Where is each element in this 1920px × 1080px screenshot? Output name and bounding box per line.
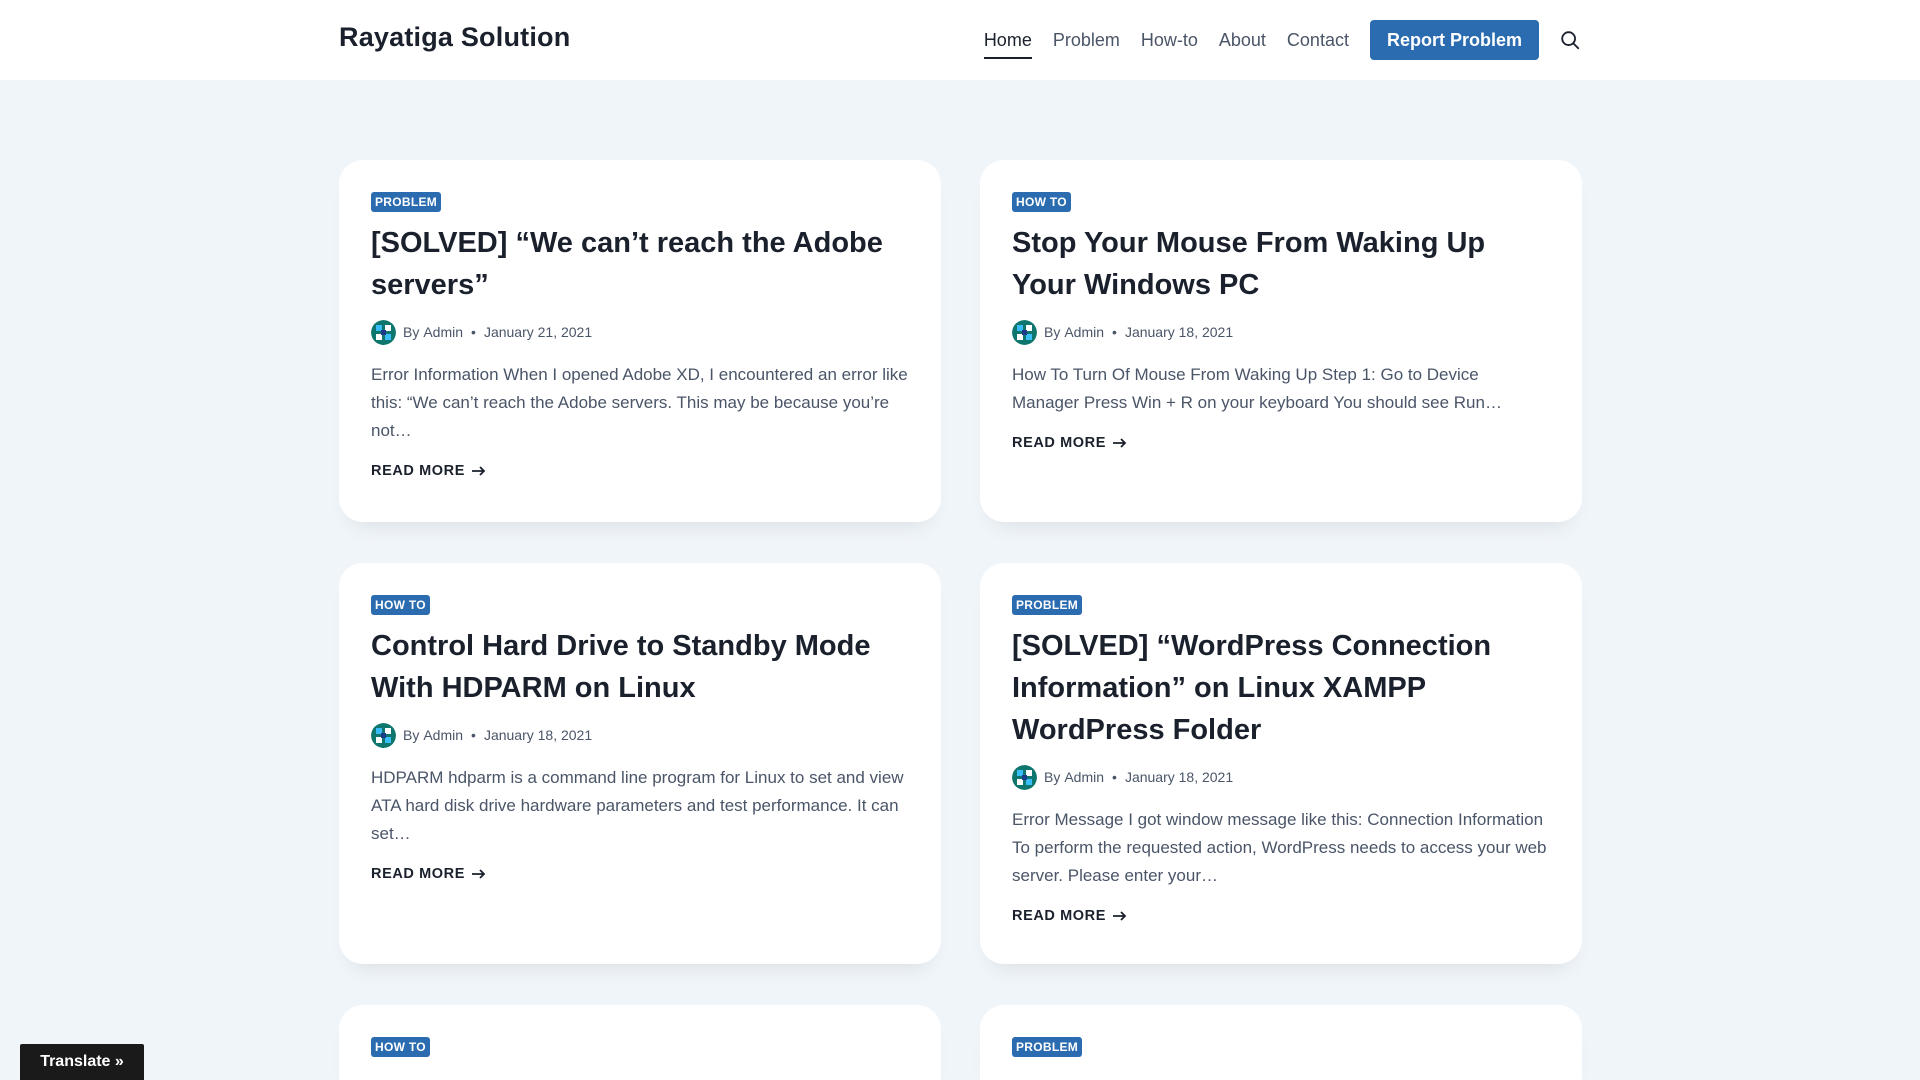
arrow-right-icon	[1113, 438, 1127, 448]
post-card: HOW TO	[339, 1005, 941, 1080]
nav-item-problem[interactable]: Problem	[1053, 22, 1120, 59]
post-excerpt: Error Message I got window message like …	[1012, 810, 1547, 885]
author-avatar	[371, 319, 396, 345]
post-card: PROBLEM [SOLVED] “WordPress Connection I…	[980, 563, 1582, 964]
author-avatar	[371, 722, 396, 748]
read-more-link[interactable]: READ MORE	[371, 463, 486, 479]
read-more-link[interactable]: READ MORE	[371, 866, 486, 882]
meta-separator: •	[471, 727, 476, 743]
post-date: January 18, 2021	[483, 727, 593, 743]
post-card: HOW TO Control Hard Drive to Standby Mod…	[339, 563, 941, 964]
nav-item-contact[interactable]: Contact	[1287, 22, 1349, 59]
read-more-label: READ MORE	[371, 463, 466, 479]
post-author[interactable]: Admin	[423, 727, 463, 743]
post-byline-prefix: By	[403, 727, 420, 743]
post-date: January 18, 2021	[1124, 324, 1234, 340]
category-badge[interactable]: HOW TO	[1012, 192, 1071, 212]
post-byline-prefix: By	[403, 324, 420, 340]
post-card: PROBLEM	[980, 1005, 1582, 1080]
post-title[interactable]: Control Hard Drive to Standby Mode With …	[371, 625, 909, 709]
arrow-right-icon	[472, 466, 486, 476]
nav-item-how-to[interactable]: How-to	[1141, 22, 1198, 59]
arrow-right-icon	[1113, 911, 1127, 921]
translate-button[interactable]: Translate »	[20, 1044, 144, 1080]
read-more-label: READ MORE	[1012, 908, 1107, 924]
arrow-right-icon	[472, 869, 486, 879]
search-button[interactable]	[1555, 25, 1585, 55]
post-excerpt: Error Information When I opened Adobe XD…	[371, 365, 908, 440]
nav-item-home[interactable]: Home	[983, 22, 1032, 59]
post-excerpt: How To Turn Of Mouse From Waking Up Step…	[1012, 365, 1502, 412]
post-card: HOW TO Stop Your Mouse From Waking Up Yo…	[980, 160, 1582, 522]
post-meta: By Admin • January 18, 2021	[1012, 764, 1550, 790]
meta-separator: •	[1112, 769, 1117, 785]
search-icon	[1561, 31, 1580, 50]
post-excerpt: HDPARM hdparm is a command line program …	[371, 768, 904, 843]
post-meta: By Admin • January 18, 2021	[371, 722, 909, 748]
post-byline-prefix: By	[1044, 324, 1061, 340]
read-more-link[interactable]: READ MORE	[1012, 908, 1127, 924]
post-meta: By Admin • January 21, 2021	[371, 319, 909, 345]
author-avatar	[1012, 319, 1037, 345]
post-date: January 18, 2021	[1124, 769, 1234, 785]
read-more-link[interactable]: READ MORE	[1012, 435, 1127, 451]
post-date: January 21, 2021	[483, 324, 593, 340]
read-more-label: READ MORE	[371, 866, 466, 882]
author-avatar	[1012, 764, 1037, 790]
post-byline-prefix: By	[1044, 769, 1061, 785]
post-author[interactable]: Admin	[1064, 324, 1104, 340]
site-brand[interactable]: Rayatiga Solution	[339, 22, 570, 53]
main-nav: Home Problem How-to About Contact Report…	[983, 0, 1585, 80]
category-badge[interactable]: PROBLEM	[1012, 1037, 1083, 1057]
post-title[interactable]: [SOLVED] “WordPress Connection Informati…	[1012, 625, 1550, 751]
category-badge[interactable]: PROBLEM	[1012, 595, 1083, 615]
report-problem-button[interactable]: Report Problem	[1369, 20, 1539, 60]
category-badge[interactable]: HOW TO	[371, 595, 430, 615]
meta-separator: •	[471, 324, 476, 340]
post-title[interactable]: [SOLVED] “We can’t reach the Adobe serve…	[371, 222, 909, 306]
post-author[interactable]: Admin	[1064, 769, 1104, 785]
meta-separator: •	[1112, 324, 1117, 340]
category-badge[interactable]: PROBLEM	[371, 192, 442, 212]
post-title[interactable]: Stop Your Mouse From Waking Up Your Wind…	[1012, 222, 1550, 306]
category-badge[interactable]: HOW TO	[371, 1037, 430, 1057]
site-header: Rayatiga Solution Home Problem How-to Ab…	[0, 0, 1920, 80]
post-meta: By Admin • January 18, 2021	[1012, 319, 1550, 345]
post-author[interactable]: Admin	[423, 324, 463, 340]
read-more-label: READ MORE	[1012, 435, 1107, 451]
post-card: PROBLEM [SOLVED] “We can’t reach the Ado…	[339, 160, 941, 522]
nav-item-about[interactable]: About	[1219, 22, 1266, 59]
